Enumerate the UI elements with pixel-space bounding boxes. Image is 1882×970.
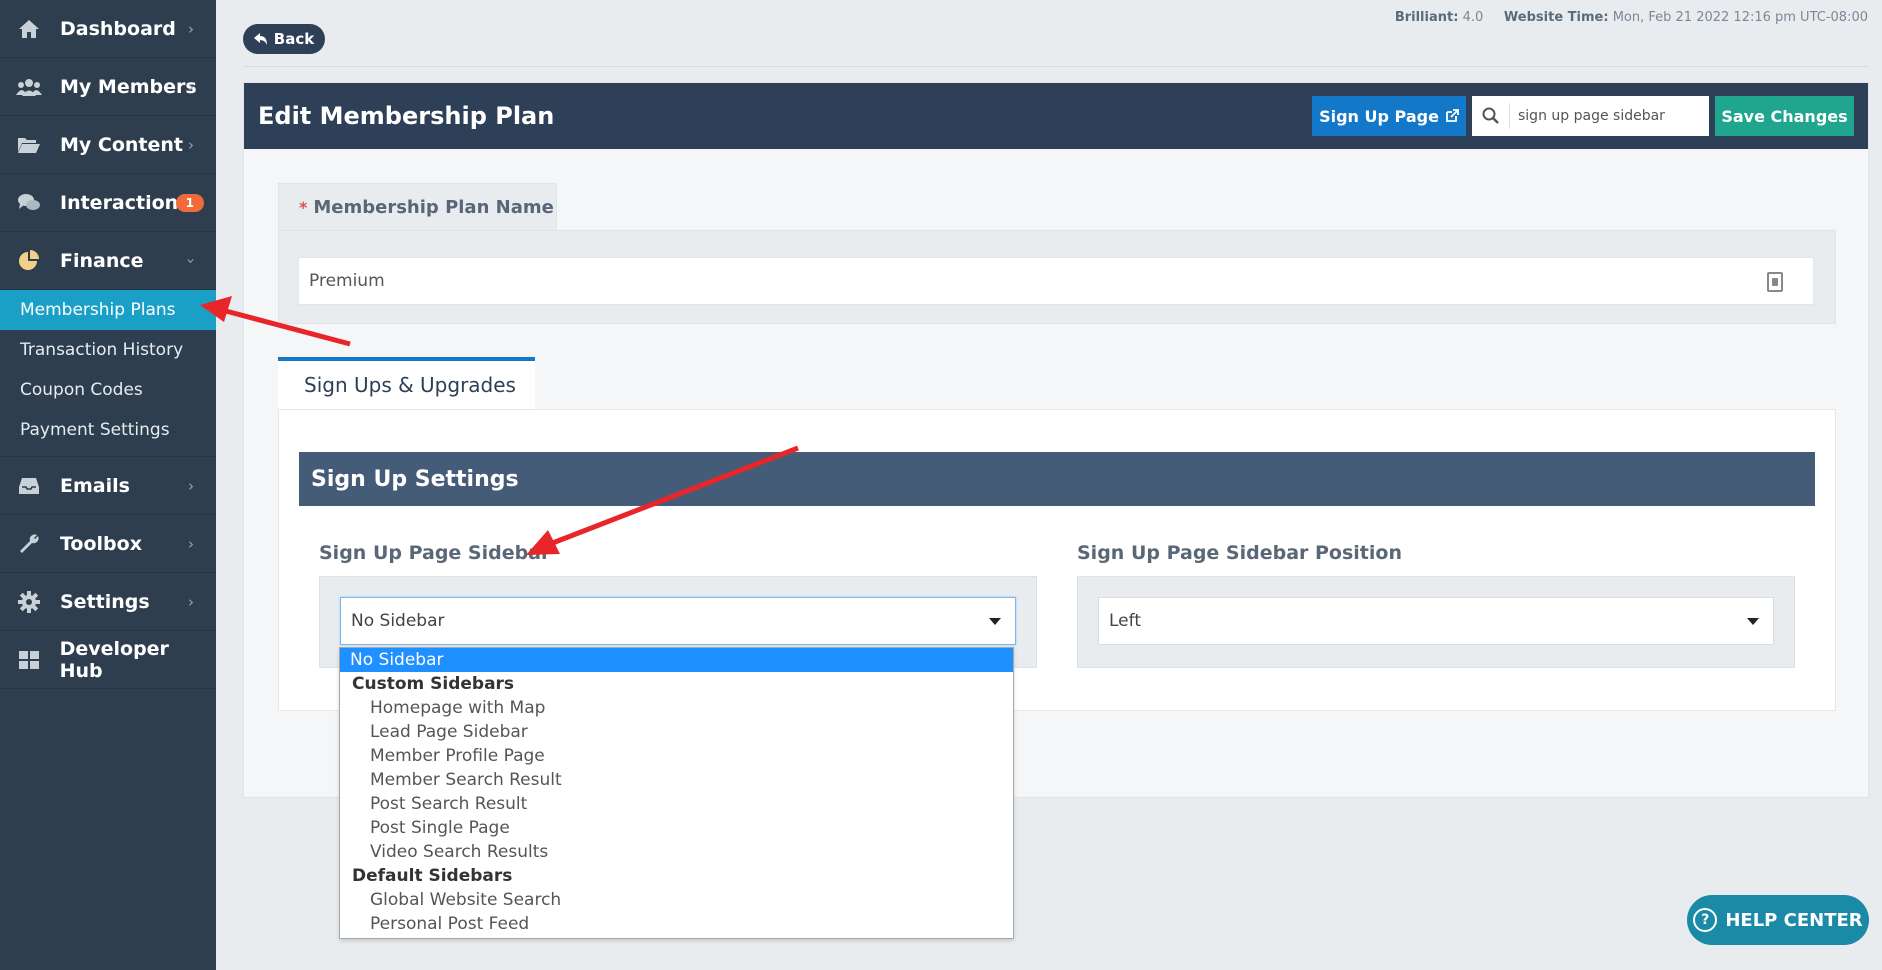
chevron-right-icon: ›: [188, 534, 194, 553]
plan-name-tab: * Membership Plan Name: [278, 183, 557, 231]
sidebar-position-label: Sign Up Page Sidebar Position: [1077, 542, 1402, 564]
nav-finance-label: Finance: [60, 249, 144, 272]
chevron-right-icon: ›: [188, 19, 194, 38]
chevron-right-icon: ›: [188, 135, 194, 154]
home-icon: [16, 18, 42, 40]
option-post-single-page[interactable]: Post Single Page: [340, 816, 1013, 840]
nav-finance[interactable]: Finance ›: [0, 232, 216, 290]
chevron-right-icon: ›: [188, 77, 194, 96]
version-label: Brilliant:: [1394, 10, 1459, 25]
reply-arrow-icon: [253, 33, 267, 45]
contact-card-icon[interactable]: [1767, 272, 1783, 292]
subnav-transaction-history[interactable]: Transaction History: [0, 330, 216, 370]
nav-my-content-label: My Content: [60, 133, 184, 156]
back-button[interactable]: Back: [243, 24, 325, 54]
search-box[interactable]: [1472, 96, 1709, 136]
search-icon: [1472, 103, 1510, 129]
sidebar-select-value: No Sidebar: [351, 611, 445, 631]
nav-my-members[interactable]: My Members ›: [0, 58, 216, 116]
page-title: Edit Membership Plan: [258, 102, 555, 130]
option-no-sidebar[interactable]: No Sidebar: [340, 648, 1013, 672]
chevron-right-icon: ›: [188, 592, 194, 611]
nav-toolbox[interactable]: Toolbox ›: [0, 515, 216, 573]
nav-developer-hub[interactable]: Developer Hub: [0, 631, 216, 689]
nav-toolbox-label: Toolbox: [60, 532, 142, 555]
nav-my-members-label: My Members: [60, 75, 197, 98]
sidebar-position-select[interactable]: Left: [1098, 597, 1774, 645]
interactions-count-badge: 1: [175, 193, 204, 212]
wrench-icon: [16, 533, 42, 555]
version-value: 4.0: [1462, 10, 1484, 25]
divider: [243, 66, 1869, 67]
save-changes-button[interactable]: Save Changes: [1715, 96, 1854, 136]
nav-dashboard-label: Dashboard: [60, 17, 176, 40]
signup-page-button[interactable]: Sign Up Page: [1312, 96, 1466, 136]
grid-icon: [16, 649, 42, 671]
plan-name-value: Premium: [309, 271, 385, 291]
help-center-label: HELP CENTER: [1725, 909, 1863, 931]
optgroup-default-sidebars: Default Sidebars: [352, 866, 513, 886]
optgroup-custom-sidebars: Custom Sidebars: [352, 674, 515, 694]
option-personal-post-feed[interactable]: Personal Post Feed: [340, 912, 1013, 936]
plan-name-input[interactable]: Premium: [298, 257, 1814, 305]
finance-submenu: Membership Plans Transaction History Cou…: [0, 290, 216, 457]
users-icon: [16, 76, 42, 98]
option-global-website-search[interactable]: Global Website Search: [340, 888, 1013, 912]
option-homepage-with-map[interactable]: Homepage with Map: [340, 696, 1013, 720]
help-center-button[interactable]: ? HELP CENTER: [1687, 895, 1869, 945]
signup-page-button-label: Sign Up Page: [1319, 106, 1439, 126]
website-time-label: Website Time:: [1503, 10, 1609, 25]
nav-my-content[interactable]: My Content ›: [0, 116, 216, 174]
required-marker: *: [299, 198, 308, 217]
option-member-search-result[interactable]: Member Search Result: [340, 768, 1013, 792]
subnav-membership-plans[interactable]: Membership Plans: [0, 290, 216, 330]
plan-name-field-box: Premium: [278, 230, 1836, 324]
nav-settings-label: Settings: [60, 590, 150, 613]
nav-interactions-label: Interactions: [60, 191, 190, 214]
search-input[interactable]: [1510, 108, 1700, 124]
inbox-icon: [16, 475, 42, 497]
sidebar-field-label: Sign Up Page Sidebar: [319, 542, 551, 564]
subnav-coupon-codes[interactable]: Coupon Codes: [0, 370, 216, 410]
chevron-down-icon: ›: [182, 257, 200, 264]
nav-dashboard[interactable]: Dashboard ›: [0, 0, 216, 58]
back-button-label: Back: [273, 30, 315, 48]
chevron-right-icon: ›: [188, 476, 194, 495]
tab-signups-upgrades[interactable]: Sign Ups & Upgrades: [278, 357, 535, 409]
sidebar-position-value: Left: [1109, 611, 1141, 631]
sidebar-dropdown-list: No Sidebar Custom Sidebars Homepage with…: [339, 647, 1014, 939]
nav-settings[interactable]: Settings ›: [0, 573, 216, 631]
nav-emails[interactable]: Emails ›: [0, 457, 216, 515]
sidebar-select[interactable]: No Sidebar: [340, 597, 1016, 645]
header-actions: Sign Up Page Save Changes: [1312, 96, 1854, 136]
website-time-value: Mon, Feb 21 2022 12:16 pm UTC-08:00: [1612, 10, 1868, 25]
nav-developer-hub-label: Developer Hub: [59, 637, 169, 682]
nav-emails-label: Emails: [60, 474, 130, 497]
panel-header: Edit Membership Plan Sign Up Page Save C…: [244, 83, 1868, 149]
option-lead-page-sidebar[interactable]: Lead Page Sidebar: [340, 720, 1013, 744]
section-title: Sign Up Settings: [299, 452, 1815, 506]
subnav-payment-settings[interactable]: Payment Settings: [0, 410, 216, 450]
folder-open-icon: [16, 134, 42, 156]
external-link-icon: [1446, 109, 1459, 122]
gear-icon: [16, 590, 42, 613]
nav-interactions[interactable]: Interactions 1: [0, 174, 216, 232]
caret-down-icon: [1747, 618, 1759, 625]
pie-chart-icon: [16, 249, 42, 272]
option-video-search-results[interactable]: Video Search Results: [340, 840, 1013, 864]
top-info: Brilliant: 4.0 Website Time: Mon, Feb 21…: [1395, 10, 1868, 25]
plan-name-label: Membership Plan Name: [313, 197, 554, 218]
sidebar: Dashboard › My Members › My Content › In…: [0, 0, 216, 970]
option-post-search-result[interactable]: Post Search Result: [340, 792, 1013, 816]
sidebar-position-box: Left: [1077, 576, 1795, 668]
question-icon: ?: [1693, 908, 1718, 932]
caret-down-icon: [989, 618, 1001, 625]
comments-icon: [16, 192, 42, 214]
option-member-profile-page[interactable]: Member Profile Page: [340, 744, 1013, 768]
